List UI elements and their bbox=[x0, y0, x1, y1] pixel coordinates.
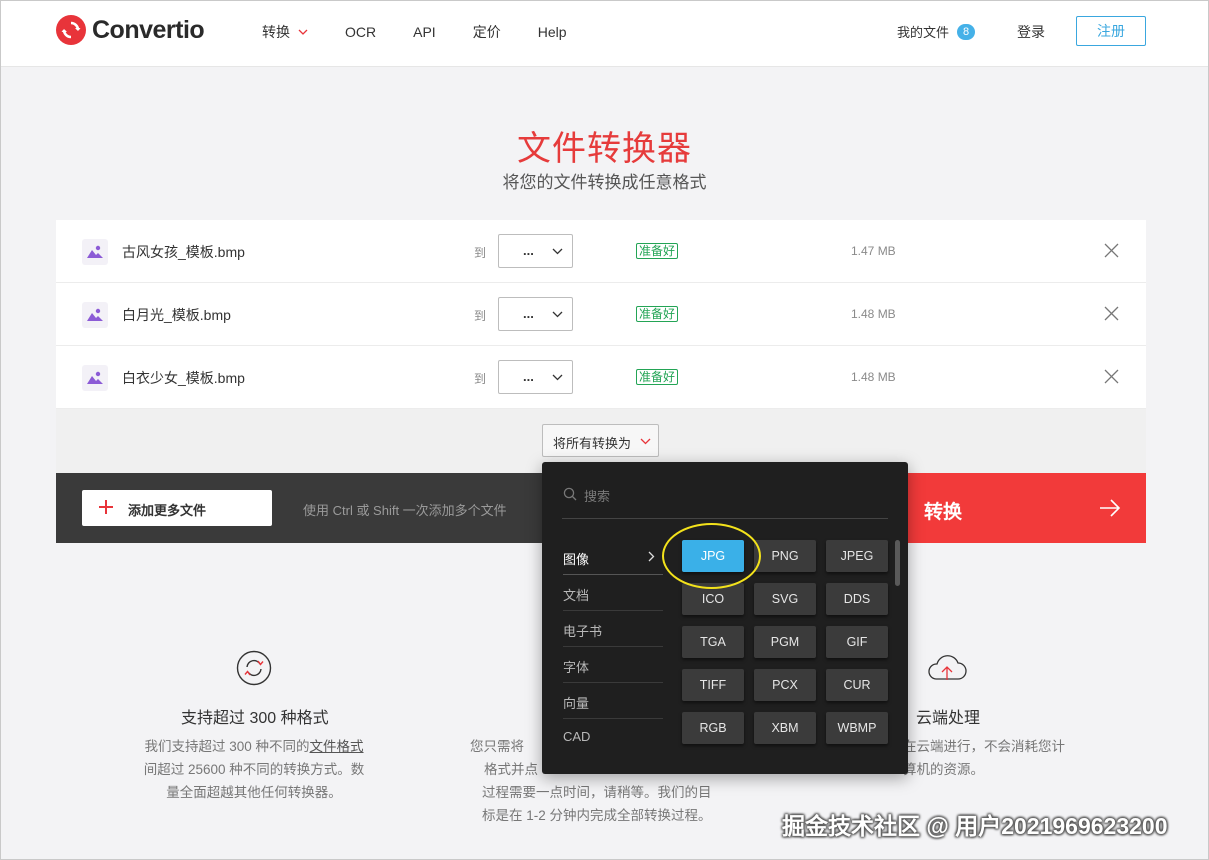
format-select[interactable]: ... bbox=[498, 297, 573, 331]
category-document[interactable]: 文档 bbox=[563, 575, 663, 611]
main-nav: 转换 OCR API 定价 Help bbox=[262, 22, 604, 42]
close-icon[interactable] bbox=[1104, 306, 1119, 321]
format-option-png[interactable]: PNG bbox=[754, 540, 816, 572]
format-option-tga[interactable]: TGA bbox=[682, 626, 744, 658]
format-option-gif[interactable]: GIF bbox=[826, 626, 888, 658]
login-link[interactable]: 登录 bbox=[1017, 22, 1045, 42]
convert-cycle-icon bbox=[236, 650, 272, 686]
file-name: 古风女孩_模板.bmp bbox=[122, 244, 245, 260]
divider bbox=[562, 518, 888, 519]
feature-desc-formats: 我们支持超过 300 种不同的文件格式 间超过 25600 种不同的转换方式。数… bbox=[143, 739, 365, 800]
cloud-upload-icon bbox=[928, 655, 967, 680]
my-files-link[interactable]: 我的文件 8 bbox=[897, 22, 976, 41]
category-font[interactable]: 字体 bbox=[563, 647, 663, 683]
chevron-down-icon bbox=[552, 248, 563, 255]
category-vector[interactable]: 向量 bbox=[563, 683, 663, 719]
watermark: 掘金技术社区 @ 用户2021969623200 bbox=[782, 813, 1168, 839]
category-cad[interactable]: CAD bbox=[563, 719, 663, 755]
close-icon[interactable] bbox=[1104, 369, 1119, 384]
to-label: 到 bbox=[474, 372, 487, 386]
format-select[interactable]: ... bbox=[498, 234, 573, 268]
nav-ocr[interactable]: OCR bbox=[345, 22, 376, 42]
convertio-logo[interactable]: Convertio bbox=[56, 15, 205, 45]
image-file-icon bbox=[82, 239, 108, 265]
feature-title-formats: 支持超过 300 种格式 bbox=[181, 710, 329, 727]
chevron-down-icon bbox=[552, 311, 563, 318]
format-option-rgb[interactable]: RGB bbox=[682, 712, 744, 744]
convert-all-select[interactable]: 将所有转换为 bbox=[542, 424, 659, 457]
format-option-jpeg[interactable]: JPEG bbox=[826, 540, 888, 572]
files-count-badge: 8 bbox=[957, 23, 976, 40]
format-dropdown: 搜索 图像 文档 电子书 字体 向量 CAD JPG PNG JPEG ICO … bbox=[542, 462, 908, 774]
nav-api[interactable]: API bbox=[413, 22, 436, 42]
chevron-down-icon bbox=[552, 374, 563, 381]
page-title: 文件转换器 bbox=[517, 130, 692, 168]
format-search-input[interactable]: 搜索 bbox=[584, 486, 610, 505]
chevron-down-icon bbox=[640, 438, 651, 445]
format-option-wbmp[interactable]: WBMP bbox=[826, 712, 888, 744]
register-button[interactable]: 注册 bbox=[1076, 16, 1146, 46]
format-select[interactable]: ... bbox=[498, 360, 573, 394]
category-image[interactable]: 图像 bbox=[563, 539, 663, 575]
multi-select-hint: 使用 Ctrl 或 Shift 一次添加多个文件 bbox=[303, 503, 507, 518]
top-header: Convertio 转换 OCR API 定价 Help 我的文件 8 登录 注… bbox=[0, 0, 1209, 67]
image-file-icon bbox=[82, 302, 108, 328]
logo-text: Convertio bbox=[92, 15, 205, 44]
format-option-pgm[interactable]: PGM bbox=[754, 626, 816, 658]
nav-pricing[interactable]: 定价 bbox=[473, 22, 501, 42]
close-icon[interactable] bbox=[1104, 243, 1119, 258]
page-subtitle: 将您的文件转换成任意格式 bbox=[502, 173, 707, 192]
format-option-pcx[interactable]: PCX bbox=[754, 669, 816, 701]
to-label: 到 bbox=[474, 309, 487, 323]
status-badge: 准备好 bbox=[636, 306, 679, 322]
format-option-cur[interactable]: CUR bbox=[826, 669, 888, 701]
plus-icon bbox=[99, 500, 113, 514]
format-option-dds[interactable]: DDS bbox=[826, 583, 888, 615]
search-icon bbox=[563, 487, 577, 501]
arrow-right-icon bbox=[1100, 499, 1121, 517]
add-more-files-button[interactable]: 添加更多文件 bbox=[82, 490, 272, 526]
file-size: 1.47 MB bbox=[851, 244, 896, 258]
feature-title-cloud: 云端处理 bbox=[916, 710, 981, 727]
dropdown-scrollbar[interactable] bbox=[895, 540, 900, 586]
file-name: 白衣少女_模板.bmp bbox=[122, 370, 245, 386]
feature-desc-cloud: 在云端进行，不会消耗您计 算机的资源。 bbox=[903, 739, 1065, 777]
to-label: 到 bbox=[474, 246, 487, 260]
status-badge: 准备好 bbox=[636, 243, 679, 259]
status-badge: 准备好 bbox=[636, 369, 679, 385]
image-file-icon bbox=[82, 365, 108, 391]
format-option-xbm[interactable]: XBM bbox=[754, 712, 816, 744]
file-list: 古风女孩_模板.bmp 到 ... 准备好 1.47 MB 白月光_模板.bmp… bbox=[56, 220, 1146, 409]
file-size: 1.48 MB bbox=[851, 307, 896, 321]
chevron-down-icon bbox=[298, 29, 308, 35]
format-option-jpg[interactable]: JPG bbox=[682, 540, 744, 572]
category-ebook[interactable]: 电子书 bbox=[563, 611, 663, 647]
file-name: 白月光_模板.bmp bbox=[122, 307, 231, 323]
convert-button[interactable]: 转换 bbox=[880, 473, 1146, 543]
file-formats-link[interactable]: 文件格式 bbox=[310, 739, 364, 754]
format-option-svg[interactable]: SVG bbox=[754, 583, 816, 615]
format-option-ico[interactable]: ICO bbox=[682, 583, 744, 615]
file-row: 古风女孩_模板.bmp 到 ... 准备好 1.47 MB bbox=[56, 220, 1146, 283]
chevron-right-icon bbox=[648, 551, 655, 562]
file-row: 白月光_模板.bmp 到 ... 准备好 1.48 MB bbox=[56, 283, 1146, 346]
file-size: 1.48 MB bbox=[851, 370, 896, 384]
format-option-tiff[interactable]: TIFF bbox=[682, 669, 744, 701]
nav-help[interactable]: Help bbox=[538, 22, 567, 42]
nav-convert[interactable]: 转换 bbox=[262, 22, 308, 42]
logo-icon bbox=[56, 15, 86, 45]
file-row: 白衣少女_模板.bmp 到 ... 准备好 1.48 MB bbox=[56, 346, 1146, 409]
